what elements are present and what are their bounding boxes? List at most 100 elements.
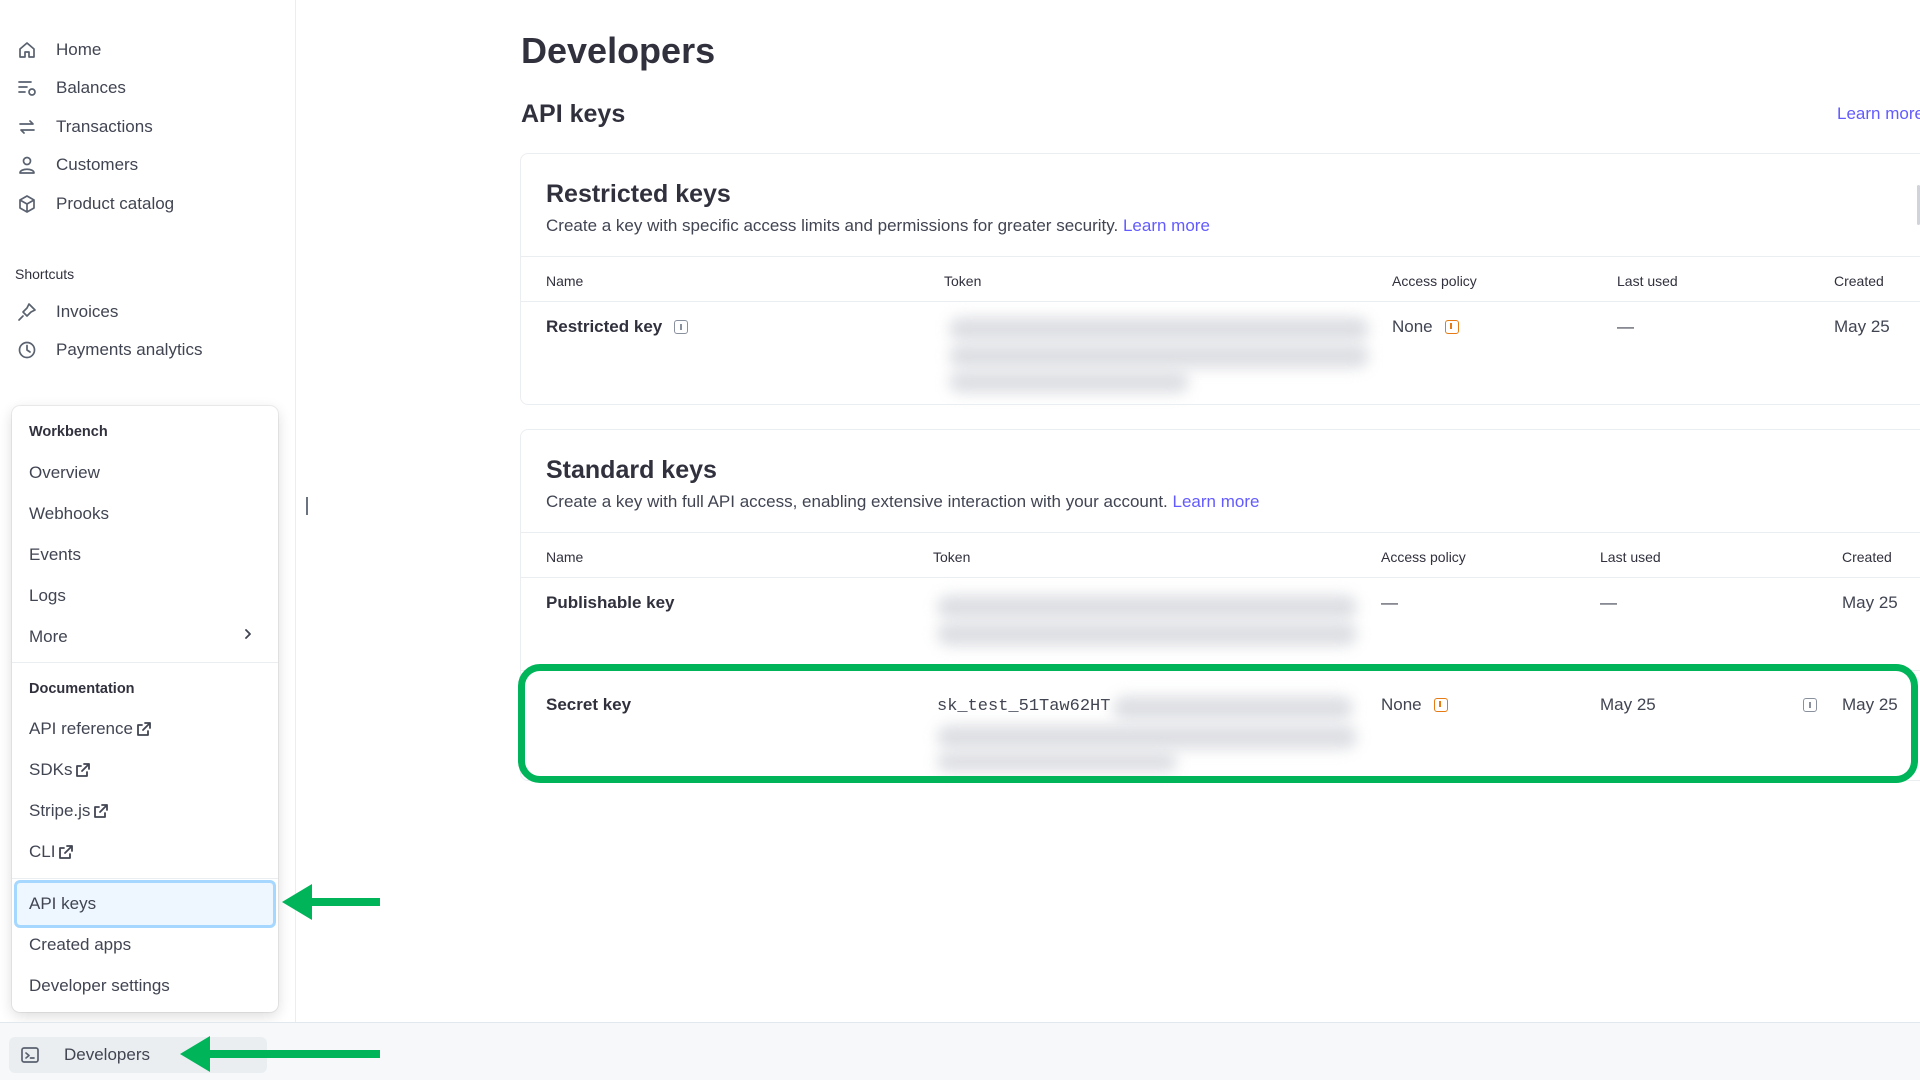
sidebar-item-label: Transactions <box>56 117 153 136</box>
arrow-shaft <box>310 898 380 906</box>
menu-item-label: CLI <box>29 842 56 861</box>
menu-item-stripejs[interactable]: Stripe.js <box>29 801 109 821</box>
restricted-keys-card: Restricted keys Create a key with specif… <box>520 153 1920 405</box>
sidebar-item-home[interactable]: Home <box>16 33 101 67</box>
table-row-restricted-key[interactable]: Restricted key <box>546 317 689 337</box>
sidebar-collapse-handle[interactable] <box>306 497 308 515</box>
sidebar-item-label: Invoices <box>56 302 119 321</box>
sidebar-item-payments-analytics[interactable]: Payments analytics <box>16 333 202 367</box>
learn-more-link[interactable]: Learn more <box>1173 492 1260 511</box>
chevron-right-icon <box>245 629 251 639</box>
column-header-created: Created <box>1842 549 1892 565</box>
balances-icon <box>16 77 38 99</box>
menu-item-overview[interactable]: Overview <box>29 463 100 483</box>
menu-item-logs[interactable]: Logs <box>29 586 66 606</box>
sidebar-item-balances[interactable]: Balances <box>16 71 126 105</box>
key-name: Publishable key <box>546 593 675 612</box>
external-link-icon <box>58 844 74 860</box>
home-icon <box>16 39 38 61</box>
redacted-token <box>937 622 1357 646</box>
menu-divider <box>12 878 278 879</box>
workbench-heading: Workbench <box>29 424 108 440</box>
section-title: API keys <box>521 100 626 128</box>
page-title: Developers <box>521 30 716 71</box>
access-policy-cell: None <box>1392 317 1459 337</box>
external-link-icon <box>93 803 109 819</box>
description-text: Create a key with specific access limits… <box>546 216 1119 235</box>
arrow-head <box>282 884 312 920</box>
column-header-token: Token <box>933 549 971 565</box>
secret-key-highlight-annotation <box>518 664 1918 783</box>
column-header-name: Name <box>546 549 584 565</box>
menu-divider <box>12 662 278 663</box>
menu-item-developer-settings[interactable]: Developer settings <box>29 976 170 996</box>
menu-item-more[interactable]: More <box>29 627 68 647</box>
menu-item-created-apps[interactable]: Created apps <box>29 935 131 955</box>
created-cell: May 25 <box>1842 593 1898 612</box>
menu-item-webhooks[interactable]: Webhooks <box>29 504 109 524</box>
created-cell: May 25 <box>1834 317 1890 336</box>
menu-item-label: API reference <box>29 719 133 738</box>
developer-menu-popup: Workbench Overview Webhooks Events Logs … <box>12 406 278 1012</box>
arrow-head <box>180 1036 210 1072</box>
redacted-token <box>937 595 1357 619</box>
last-used-cell: — <box>1600 593 1617 612</box>
info-icon[interactable] <box>674 320 689 334</box>
table-divider <box>521 256 1920 257</box>
sidebar-item-label: Product catalog <box>56 194 175 213</box>
box-icon <box>16 193 38 215</box>
access-policy-cell: — <box>1381 593 1398 612</box>
shortcuts-heading: Shortcuts <box>15 266 75 282</box>
table-row-publishable-key[interactable]: Publishable key <box>546 593 675 613</box>
column-header-access-policy: Access policy <box>1381 549 1466 565</box>
column-header-last-used: Last used <box>1600 549 1661 565</box>
menu-item-sdks[interactable]: SDKs <box>29 760 91 780</box>
external-link-icon <box>136 721 152 737</box>
card-description: Create a key with specific access limits… <box>546 216 1210 236</box>
table-divider <box>521 532 1920 533</box>
learn-more-link[interactable]: Learn more <box>1123 216 1210 235</box>
external-link-icon <box>75 762 91 778</box>
sidebar-item-product-catalog[interactable]: Product catalog <box>16 187 174 221</box>
warning-icon[interactable] <box>1444 320 1459 334</box>
table-divider <box>521 577 1920 578</box>
menu-item-api-keys[interactable]: API keys <box>29 894 96 914</box>
access-policy-value: None <box>1392 317 1433 336</box>
column-header-created: Created <box>1834 273 1884 289</box>
redacted-token <box>949 344 1369 368</box>
column-header-last-used: Last used <box>1617 273 1678 289</box>
column-header-name: Name <box>546 273 584 289</box>
redacted-token <box>949 317 1369 341</box>
column-header-token: Token <box>944 273 982 289</box>
sidebar-item-label: Customers <box>56 155 139 174</box>
table-divider <box>521 301 1920 302</box>
sidebar-item-customers[interactable]: Customers <box>16 148 138 182</box>
arrow-shaft <box>208 1050 380 1058</box>
last-used-cell: — <box>1617 317 1634 336</box>
pin-icon <box>16 301 38 323</box>
learn-more-link[interactable]: Learn more <box>1837 104 1920 124</box>
key-name: Restricted key <box>546 317 663 336</box>
menu-item-events[interactable]: Events <box>29 545 81 565</box>
menu-item-api-reference[interactable]: API reference <box>29 719 152 739</box>
card-description: Create a key with full API access, enabl… <box>546 492 1259 512</box>
menu-item-label: SDKs <box>29 760 73 779</box>
sidebar-item-invoices[interactable]: Invoices <box>16 295 118 329</box>
customer-icon <box>16 154 38 176</box>
card-title: Standard keys <box>546 456 717 484</box>
terminal-icon <box>21 1047 39 1063</box>
menu-item-label: Stripe.js <box>29 801 91 820</box>
menu-item-cli[interactable]: CLI <box>29 842 74 862</box>
clock-icon <box>16 339 38 361</box>
developers-label: Developers <box>64 1045 150 1064</box>
documentation-heading: Documentation <box>29 681 135 697</box>
sidebar-item-transactions[interactable]: Transactions <box>16 110 153 144</box>
sidebar-item-label: Balances <box>56 78 126 97</box>
sidebar-item-label: Home <box>56 40 102 59</box>
card-title: Restricted keys <box>546 180 731 208</box>
description-text: Create a key with full API access, enabl… <box>546 492 1168 511</box>
redacted-token <box>949 371 1189 393</box>
column-header-access-policy: Access policy <box>1392 273 1477 289</box>
sidebar-item-label: Payments analytics <box>56 340 203 359</box>
transactions-icon <box>16 116 38 138</box>
